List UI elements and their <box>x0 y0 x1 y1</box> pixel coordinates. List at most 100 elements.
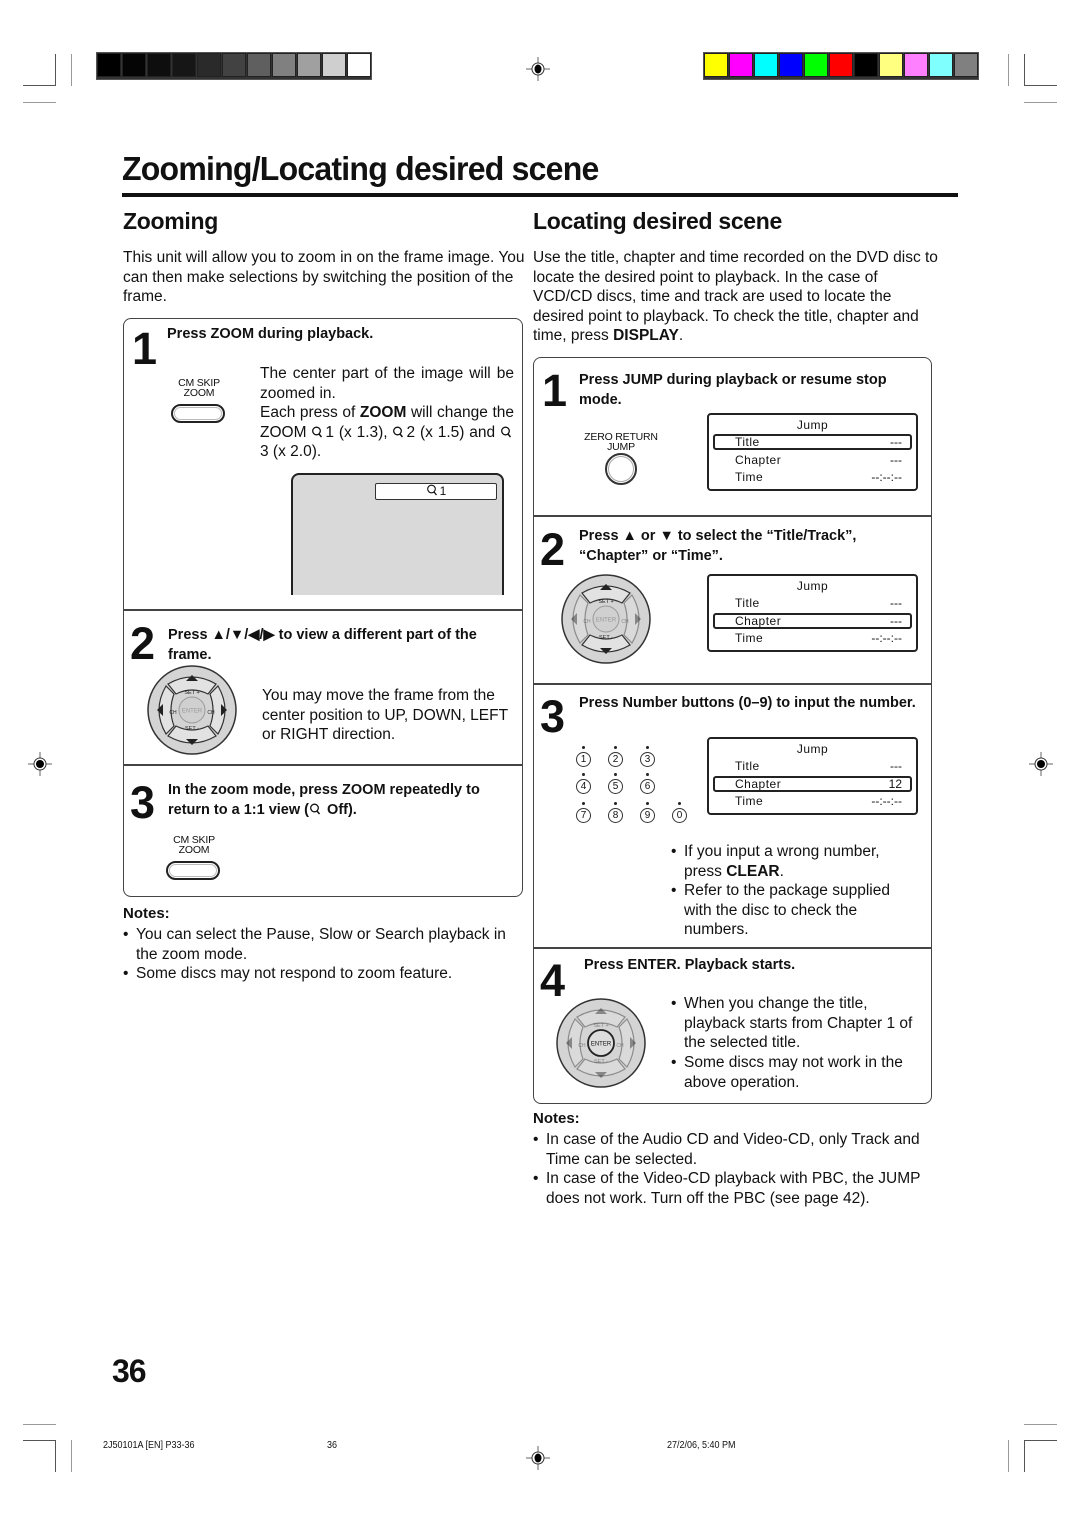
color-calibration-bar <box>703 52 979 80</box>
registration-mark-icon <box>526 1446 550 1470</box>
tip-item: Some discs may not work in the above ope… <box>671 1053 921 1092</box>
osd-row-title: Title --- <box>713 595 912 611</box>
tip-item: If you input a wrong number, press CLEAR… <box>671 842 911 881</box>
color-swatch <box>704 53 728 77</box>
step-divider <box>533 683 932 685</box>
ch-plus-label: CH <box>616 1043 624 1049</box>
osd-row-value: --- <box>890 435 902 449</box>
color-swatch <box>804 53 828 77</box>
zoom-keyword: ZOOM <box>359 404 407 422</box>
step-number: 1 <box>542 365 567 416</box>
color-swatch <box>272 53 296 77</box>
color-swatch <box>322 53 346 77</box>
title-rule <box>122 193 958 197</box>
color-swatch <box>829 53 853 77</box>
locating-section-title: Locating desired scene <box>533 208 783 234</box>
enter-label: ENTER <box>591 1042 612 1048</box>
step-divider <box>123 764 523 766</box>
remote-direction-pad[interactable]: ENTER SET + SET - CH CH <box>555 997 647 1089</box>
zooming-intro: This unit will allow you to zoom in on t… <box>123 249 525 306</box>
registration-mark-icon <box>28 752 52 776</box>
color-swatch <box>929 53 953 77</box>
osd-row-label: Chapter <box>735 614 782 628</box>
color-swatch <box>247 53 271 77</box>
ch-plus-label: CH <box>207 710 215 716</box>
step-number: 3 <box>540 691 565 742</box>
set-plus-label: SET + <box>598 599 613 605</box>
description-text: The center part of the image will be zoo… <box>260 365 514 402</box>
osd-header: Jump <box>796 742 829 756</box>
ch-minus-label: CH <box>169 710 177 716</box>
number-key-6[interactable]: 6 <box>640 773 655 794</box>
set-plus-label: SET + <box>184 690 199 696</box>
remote-direction-pad[interactable]: ENTER SET + SET - CH CH <box>146 664 238 756</box>
zoom-button[interactable] <box>166 861 220 880</box>
number-key-7[interactable]: 7 <box>576 802 591 823</box>
magnifier-icon <box>393 426 404 438</box>
step-heading: Press Number buttons (0–9) to input the … <box>579 695 916 711</box>
step2-description: You may move the frame from the center p… <box>262 687 508 744</box>
zoom-level-1: 1 (x 1.3), <box>325 423 393 441</box>
footer-page: 36 <box>327 1440 338 1451</box>
intro-text: Use the title, chapter and time recorded… <box>533 249 938 345</box>
note-item: In case of the Video-CD playback with PB… <box>533 1169 943 1208</box>
magnifier-icon <box>501 426 512 438</box>
number-key-5[interactable]: 5 <box>608 773 623 794</box>
jump-osd-menu: Jump Title --- Chapter 12 Time --:--:-- <box>707 737 918 815</box>
magnifier-icon <box>312 426 323 438</box>
magnifier-icon <box>426 484 437 496</box>
enter-label: ENTER <box>596 618 617 624</box>
osd-row-label: Time <box>735 794 764 808</box>
step-number: 3 <box>130 777 155 828</box>
remote-direction-pad[interactable]: ENTER SET + SET - CH CH <box>560 573 652 665</box>
button-label-line: ZOOM <box>183 387 215 399</box>
osd-row-chapter: Chapter --- <box>713 613 912 629</box>
osd-row-title: Title --- <box>713 434 912 450</box>
zooming-section-title: Zooming <box>123 208 218 234</box>
color-swatch <box>854 53 878 77</box>
step-divider <box>533 515 932 517</box>
enter-label: ENTER <box>182 709 203 715</box>
number-key-8[interactable]: 8 <box>608 802 623 823</box>
color-swatch <box>172 53 196 77</box>
magnifier-icon <box>310 803 321 815</box>
color-swatch <box>297 53 321 77</box>
zoom-osd-indicator: 1 <box>375 483 497 500</box>
number-key-0[interactable]: 0 <box>672 802 687 823</box>
color-swatch <box>147 53 171 77</box>
step-heading: Press ▲/▼/◀/▶ to view a different part o… <box>168 627 477 663</box>
footer-timestamp: 27/2/06, 5:40 PM <box>667 1440 736 1451</box>
step-heading: In the zoom mode, press ZOOM repeatedly … <box>168 780 518 820</box>
osd-row-value: 12 <box>888 777 902 791</box>
color-swatch <box>347 53 371 77</box>
display-keyword: DISPLAY <box>613 327 679 345</box>
osd-row-value: --- <box>890 596 902 610</box>
zoom-osd-level: 1 <box>439 484 447 498</box>
osd-row-value: --- <box>890 614 902 628</box>
footer-job-id: 2J50101A [EN] P33-36 <box>103 1440 195 1451</box>
number-key-1[interactable]: 1 <box>576 746 591 767</box>
button-label-line: JUMP <box>607 441 635 453</box>
number-key-9[interactable]: 9 <box>640 802 655 823</box>
step-heading: Press ENTER. Playback starts. <box>584 957 796 973</box>
osd-row-value: --- <box>890 453 902 467</box>
zoom-level-2: 2 (x 1.5) and <box>406 423 501 441</box>
number-key-3[interactable]: 3 <box>640 746 655 767</box>
osd-row-time: Time --:--:-- <box>713 469 912 485</box>
grayscale-color-bar <box>96 52 372 80</box>
color-swatch <box>222 53 246 77</box>
number-key-2[interactable]: 2 <box>608 746 623 767</box>
ch-plus-label: CH <box>621 619 629 625</box>
number-key-4[interactable]: 4 <box>576 773 591 794</box>
page-title: Zooming/Locating desired scene <box>122 150 599 187</box>
jump-button[interactable] <box>605 453 637 485</box>
set-plus-label: SET + <box>593 1023 608 1029</box>
tip-item: When you change the title, playback star… <box>671 994 921 1053</box>
zoom-button[interactable] <box>171 404 225 423</box>
color-swatch <box>197 53 221 77</box>
note-item: Some discs may not respond to zoom featu… <box>123 964 523 984</box>
registration-mark-icon <box>526 57 550 81</box>
zoom-button-label: CM SKIP ZOOM <box>166 378 232 399</box>
ch-minus-label: CH <box>583 619 591 625</box>
zoom-button-label: CM SKIP ZOOM <box>161 835 227 856</box>
